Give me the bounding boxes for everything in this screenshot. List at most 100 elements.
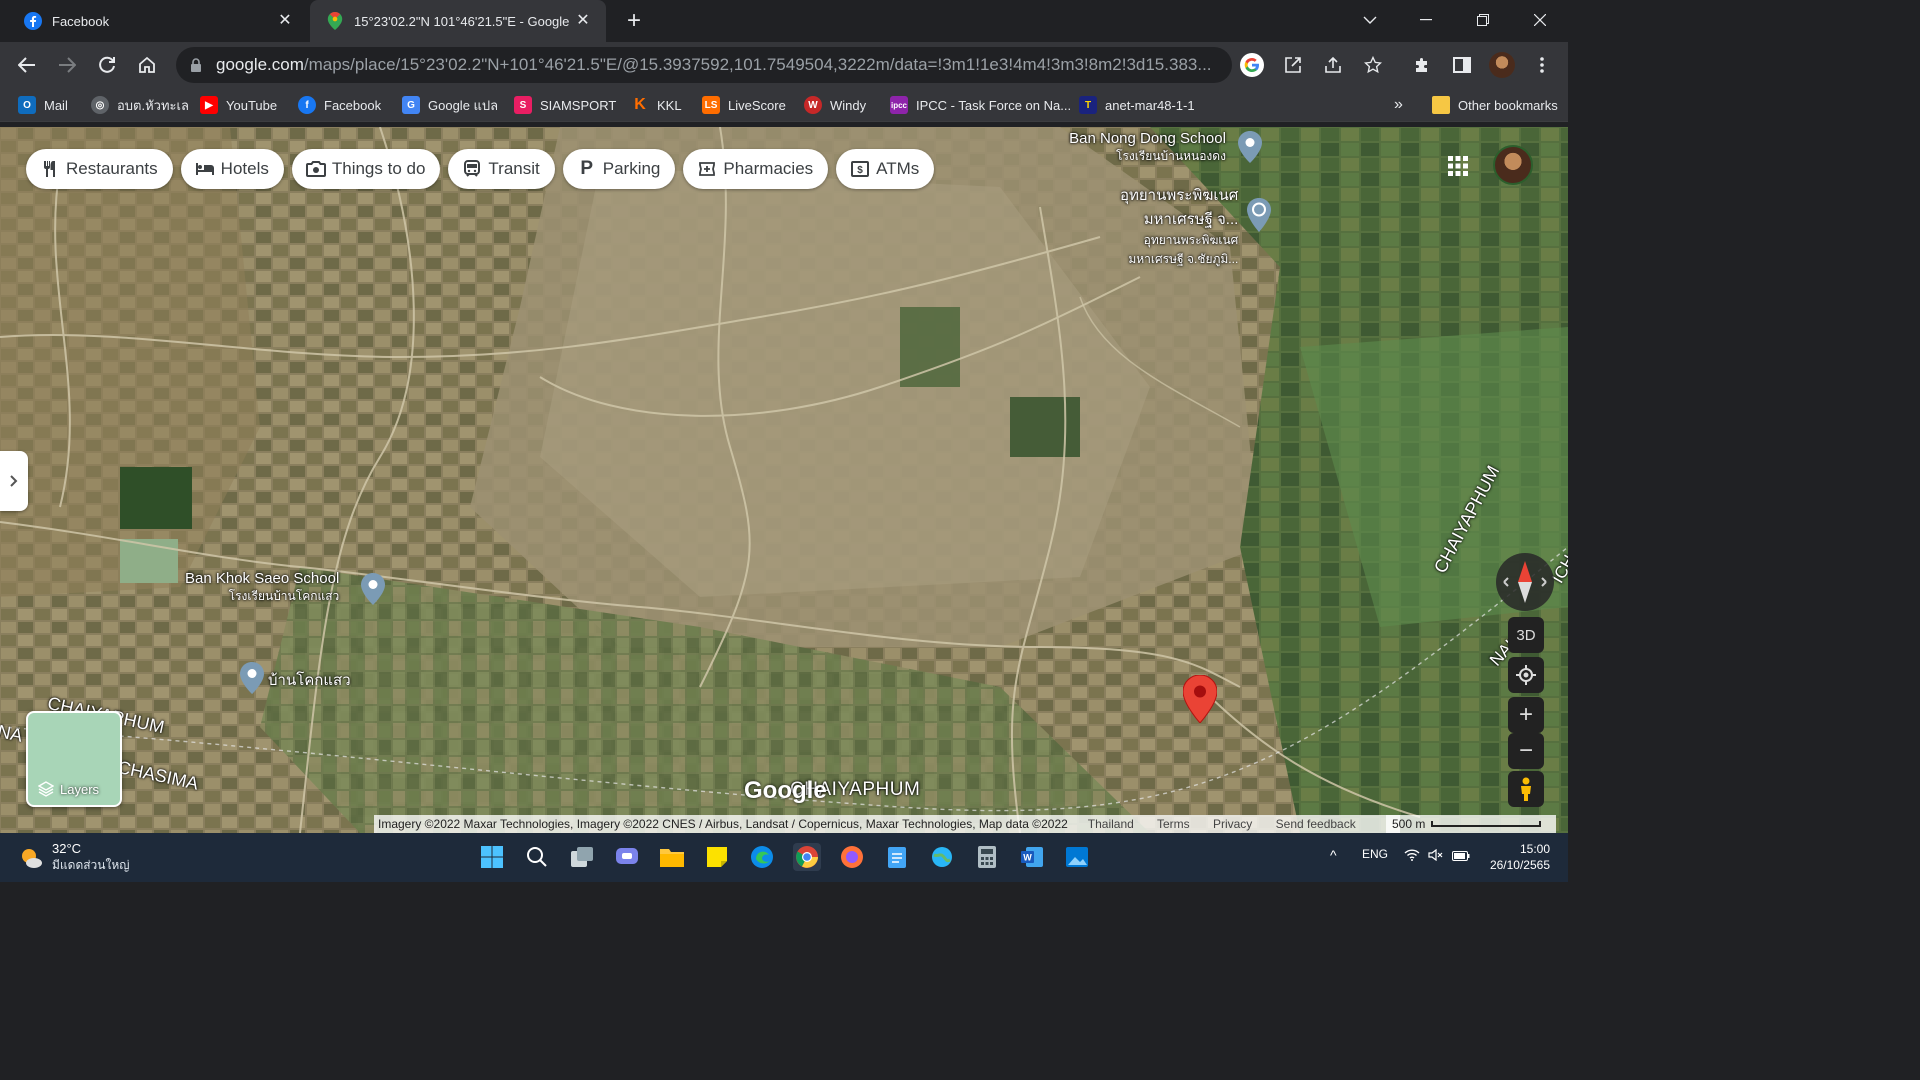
compass-control[interactable] — [1496, 553, 1554, 611]
bookmark-anet[interactable]: Tanet-mar48-1-1 — [1079, 93, 1195, 117]
zoom-in-button[interactable]: + — [1508, 697, 1544, 733]
word-icon[interactable]: W — [1018, 843, 1046, 871]
map-canvas[interactable]: Restaurants Hotels Things to do Transit … — [0, 127, 1568, 833]
forward-button[interactable] — [51, 49, 83, 81]
search-icon[interactable] — [523, 843, 551, 871]
close-window-button[interactable] — [1512, 0, 1568, 40]
menu-button[interactable] — [1526, 49, 1558, 81]
chrome-browser-icon[interactable] — [793, 843, 821, 871]
zoom-out-button[interactable]: − — [1508, 733, 1544, 769]
tab-search-button[interactable] — [1342, 0, 1398, 40]
3d-toggle-button[interactable]: 3D — [1508, 617, 1544, 653]
forward-arrow-icon — [59, 57, 76, 73]
chip-transit[interactable]: Transit — [448, 149, 555, 189]
extensions-button[interactable] — [1406, 49, 1438, 81]
side-panel-button[interactable] — [1446, 49, 1478, 81]
bookmark-kkl[interactable]: K KKL — [631, 93, 681, 117]
firefox-browser-icon[interactable] — [838, 843, 866, 871]
bookmark-obt[interactable]: ◎ อบต.หัวทะเล — [91, 93, 189, 117]
place-ganesh-park[interactable]: อุทยานพระพิฆเนศ มหาเศรษฐี จ... อุทยานพระ… — [1120, 183, 1238, 269]
share-button[interactable] — [1317, 49, 1349, 81]
transit-icon — [462, 159, 482, 179]
calculator-icon[interactable] — [973, 843, 1001, 871]
street-view-pegman[interactable] — [1508, 771, 1544, 807]
close-icon[interactable]: ✕ — [276, 12, 294, 30]
reload-button[interactable] — [91, 49, 123, 81]
lock-icon[interactable] — [190, 58, 204, 72]
chevron-right-icon — [10, 475, 18, 487]
link-terms[interactable]: Terms — [1157, 817, 1190, 831]
windows-start-icon[interactable] — [478, 843, 506, 871]
system-clock[interactable]: 15:00 26/10/2565 — [1474, 841, 1550, 873]
place-pin-icon[interactable] — [240, 662, 264, 694]
temple-pin-icon[interactable] — [1247, 198, 1271, 232]
open-in-app-button[interactable] — [1277, 49, 1309, 81]
bookmark-star-button[interactable] — [1357, 49, 1389, 81]
link-thailand[interactable]: Thailand — [1088, 817, 1134, 831]
notepad-icon[interactable] — [883, 843, 911, 871]
photos-icon[interactable] — [1063, 843, 1091, 871]
restore-button[interactable] — [1455, 0, 1511, 40]
bookmark-siamsport[interactable]: S SIAMSPORT — [514, 93, 616, 117]
selected-location-pin-icon[interactable] — [1183, 675, 1217, 723]
chip-hotels[interactable]: Hotels — [180, 149, 284, 189]
place-ban-khok-saeo-village[interactable]: บ้านโคกแสว — [268, 668, 351, 692]
chevron-up-icon[interactable]: ^ — [1330, 847, 1337, 863]
bookmark-livescore[interactable]: LS LiveScore — [702, 93, 786, 117]
chip-atms[interactable]: $ ATMs — [836, 149, 935, 189]
close-icon[interactable]: ✕ — [574, 12, 592, 30]
layers-button[interactable]: Layers — [26, 711, 122, 807]
language-indicator[interactable]: ENG — [1362, 847, 1388, 861]
back-button[interactable] — [11, 49, 43, 81]
task-view-icon[interactable] — [568, 843, 596, 871]
bookmark-mail[interactable]: O Mail — [18, 93, 68, 117]
bookmark-youtube[interactable]: ▶ YouTube — [200, 93, 277, 117]
place-ban-nong-dong-school[interactable]: Ban Nong Dong School โรงเรียนบ้านหนองดง — [1058, 130, 1226, 166]
speaker-muted-icon[interactable] — [1428, 848, 1444, 864]
place-pin-icon[interactable] — [361, 573, 385, 605]
kebab-menu-icon — [1540, 57, 1544, 73]
battery-icon[interactable] — [1452, 850, 1470, 864]
bookmark-facebook[interactable]: f Facebook — [298, 93, 381, 117]
new-tab-button[interactable]: + — [620, 8, 648, 36]
bookmarks-overflow-button[interactable]: » — [1394, 93, 1403, 117]
tab-facebook[interactable]: Facebook ✕ — [8, 0, 308, 42]
weather-widget[interactable]: 32°C มีแดดส่วนใหญ่ — [18, 841, 130, 875]
google-lens-icon[interactable] — [1240, 53, 1264, 77]
bookmark-google-translate[interactable]: G Google แปล — [402, 93, 498, 117]
bookmark-t-icon: T — [1079, 96, 1097, 114]
bookmark-ipcc[interactable]: ipcc IPCC - Task Force on Na... — [890, 93, 1071, 117]
link-send-feedback[interactable]: Send feedback — [1276, 817, 1356, 831]
pegman-icon — [1521, 777, 1531, 801]
minimize-button[interactable] — [1398, 0, 1454, 40]
chip-parking[interactable]: P Parking — [562, 149, 676, 189]
apps-grid-icon[interactable] — [1446, 154, 1470, 178]
home-button[interactable] — [131, 49, 163, 81]
edge-browser-icon[interactable] — [748, 843, 776, 871]
globe-icon: ◎ — [91, 96, 109, 114]
scale-bar[interactable]: 500 m — [1386, 815, 1556, 833]
account-avatar[interactable] — [1493, 145, 1533, 185]
side-panel-toggle[interactable] — [0, 451, 28, 511]
network-globe-icon[interactable] — [928, 843, 956, 871]
place-ban-khok-saeo-school[interactable]: Ban Khok Saeo School โรงเรียนบ้านโคกแสว — [185, 570, 339, 606]
close-icon — [1534, 14, 1546, 26]
camera-icon — [305, 159, 326, 179]
bookmark-windy[interactable]: W Windy — [804, 93, 866, 117]
profile-button[interactable] — [1486, 49, 1518, 81]
chip-restaurants[interactable]: Restaurants — [26, 149, 173, 189]
link-privacy[interactable]: Privacy — [1213, 817, 1252, 831]
url-text[interactable]: google.com/maps/place/15°23'02.2"N+101°4… — [216, 55, 1232, 75]
place-pin-icon[interactable] — [1238, 131, 1262, 163]
other-bookmarks[interactable]: Other bookmarks — [1432, 93, 1558, 117]
tab-google-maps[interactable]: 15°23'02.2"N 101°46'21.5"E - Google M ✕ — [310, 0, 606, 42]
wifi-icon[interactable] — [1404, 849, 1420, 864]
map-attribution: Imagery ©2022 Maxar Technologies, Imager… — [374, 815, 1400, 833]
sticky-notes-icon[interactable] — [703, 843, 731, 871]
teams-chat-icon[interactable] — [613, 843, 641, 871]
my-location-button[interactable] — [1508, 657, 1544, 693]
file-explorer-icon[interactable] — [658, 843, 686, 871]
chip-things-to-do[interactable]: Things to do — [291, 149, 441, 189]
address-bar[interactable]: google.com/maps/place/15°23'02.2"N+101°4… — [176, 47, 1232, 83]
chip-pharmacies[interactable]: Pharmacies — [683, 149, 829, 189]
